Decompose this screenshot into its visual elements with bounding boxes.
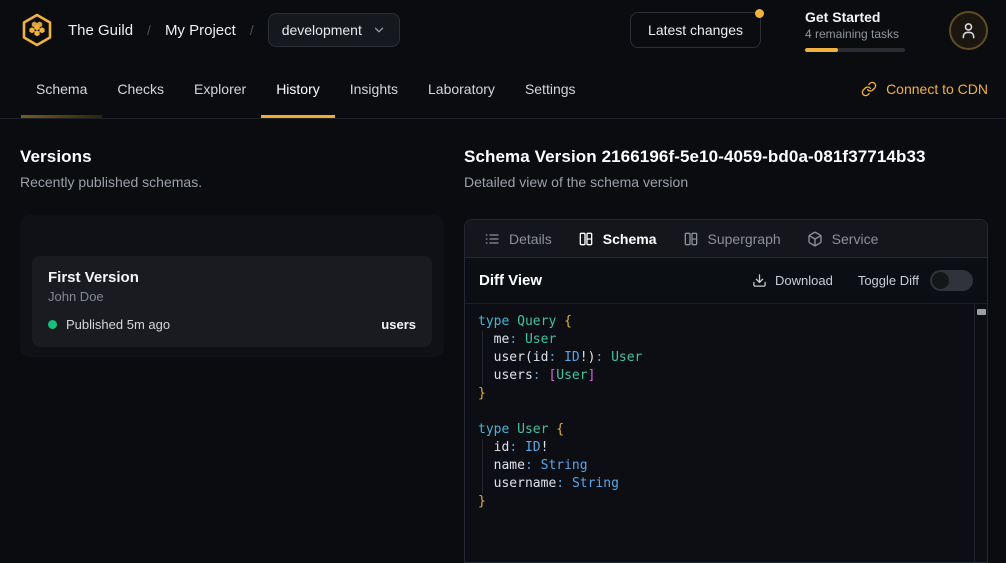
code-line: users: [User] xyxy=(465,367,987,385)
top-header: The Guild / My Project / development Lat… xyxy=(0,0,1006,60)
code-line xyxy=(465,403,987,421)
nav-tab-schema[interactable]: Schema xyxy=(21,60,102,118)
code-line: id: ID! xyxy=(465,439,987,457)
chevron-down-icon xyxy=(372,23,386,37)
target-selector-value: development xyxy=(282,22,362,38)
get-started-widget[interactable]: Get Started 4 remaining tasks xyxy=(805,9,905,52)
schema-version-subtitle: Detailed view of the schema version xyxy=(464,174,988,190)
version-status: Published 5m ago xyxy=(66,317,170,332)
schema-version-pane: Schema Version 2166196f-5e10-4059-bd0a-0… xyxy=(464,147,988,563)
page-content: Versions Recently published schemas. Fir… xyxy=(0,119,1006,563)
avatar[interactable] xyxy=(949,11,988,50)
download-icon xyxy=(752,273,767,288)
hive-logo[interactable] xyxy=(18,11,56,49)
toggle-diff-label: Toggle Diff xyxy=(858,273,919,288)
code-line: type User { xyxy=(465,421,987,439)
tab-details[interactable]: Details xyxy=(471,220,565,257)
breadcrumb-separator: / xyxy=(147,22,151,38)
versions-pane: Versions Recently published schemas. Fir… xyxy=(20,147,444,563)
versions-subtitle: Recently published schemas. xyxy=(20,174,444,190)
link-icon xyxy=(861,81,877,97)
schema-code-viewer[interactable]: type Query { me: User user(id: ID!): Use… xyxy=(465,304,987,562)
nav-tab-checks[interactable]: Checks xyxy=(102,60,179,118)
tab-service[interactable]: Service xyxy=(794,220,892,257)
code-line: } xyxy=(465,385,987,403)
notification-dot xyxy=(755,9,764,18)
tab-service-label: Service xyxy=(832,231,879,247)
breadcrumb-separator: / xyxy=(250,22,254,38)
published-status-dot xyxy=(48,320,57,329)
tab-supergraph-label: Supergraph xyxy=(708,231,781,247)
version-service-badge: users xyxy=(381,317,416,332)
get-started-title: Get Started xyxy=(805,9,905,25)
download-button[interactable]: Download xyxy=(752,273,833,288)
header-actions: Latest changes Get Started 4 remaining t… xyxy=(630,9,988,52)
code-line: } xyxy=(465,493,987,511)
diff-view-actions: Download Toggle Diff xyxy=(752,270,973,291)
versions-list: First Version John Doe Published 5m ago … xyxy=(20,215,444,357)
download-label: Download xyxy=(775,273,833,288)
toggle-diff-control: Toggle Diff xyxy=(858,270,973,291)
latest-changes-button[interactable]: Latest changes xyxy=(630,12,761,48)
main-nav: Schema Checks Explorer History Insights … xyxy=(0,60,1006,119)
nav-tab-explorer[interactable]: Explorer xyxy=(179,60,261,118)
switch-knob xyxy=(932,272,949,289)
nav-tab-settings[interactable]: Settings xyxy=(510,60,591,118)
nav-tab-laboratory[interactable]: Laboratory xyxy=(413,60,510,118)
connect-to-cdn-label: Connect to CDN xyxy=(886,81,988,97)
columns-icon xyxy=(683,231,699,247)
version-author: John Doe xyxy=(48,289,416,304)
tab-schema-label: Schema xyxy=(603,231,657,247)
cube-icon xyxy=(807,231,823,247)
tab-details-label: Details xyxy=(509,231,552,247)
breadcrumb-org[interactable]: The Guild xyxy=(68,22,133,39)
target-selector[interactable]: development xyxy=(268,13,400,47)
diff-view-title: Diff View xyxy=(479,272,542,289)
code-line: username: String xyxy=(465,475,987,493)
code-line: me: User xyxy=(465,331,987,349)
columns-icon xyxy=(578,231,594,247)
tab-schema-view[interactable]: Schema xyxy=(565,220,670,257)
version-meta-row: Published 5m ago users xyxy=(48,317,416,332)
code-line: type Query { xyxy=(465,313,987,331)
breadcrumb-project[interactable]: My Project xyxy=(165,22,236,39)
schema-version-title: Schema Version 2166196f-5e10-4059-bd0a-0… xyxy=(464,147,988,167)
nav-tab-history[interactable]: History xyxy=(261,60,335,118)
connect-to-cdn-link[interactable]: Connect to CDN xyxy=(861,60,988,118)
tab-supergraph[interactable]: Supergraph xyxy=(670,220,794,257)
version-name: First Version xyxy=(48,269,416,286)
schema-detail-panel: Details Schema Supergraph xyxy=(464,219,988,563)
versions-title: Versions xyxy=(20,147,444,167)
get-started-progress-fill xyxy=(805,48,838,52)
breadcrumb: The Guild / My Project / development xyxy=(68,13,400,47)
get-started-subtitle: 4 remaining tasks xyxy=(805,27,905,41)
nav-tab-insights[interactable]: Insights xyxy=(335,60,413,118)
user-icon xyxy=(959,21,978,40)
version-list-item[interactable]: First Version John Doe Published 5m ago … xyxy=(32,256,432,347)
list-icon xyxy=(484,231,500,247)
code-line: user(id: ID!): User xyxy=(465,349,987,367)
latest-changes-label: Latest changes xyxy=(648,22,743,38)
code-line: name: String xyxy=(465,457,987,475)
hive-logo-icon xyxy=(19,12,55,48)
schema-detail-tabs: Details Schema Supergraph xyxy=(465,220,987,258)
toggle-diff-switch[interactable] xyxy=(930,270,973,291)
diff-view-toolbar: Diff View Download Toggle Diff xyxy=(465,258,987,304)
get-started-progress-bar xyxy=(805,48,905,52)
